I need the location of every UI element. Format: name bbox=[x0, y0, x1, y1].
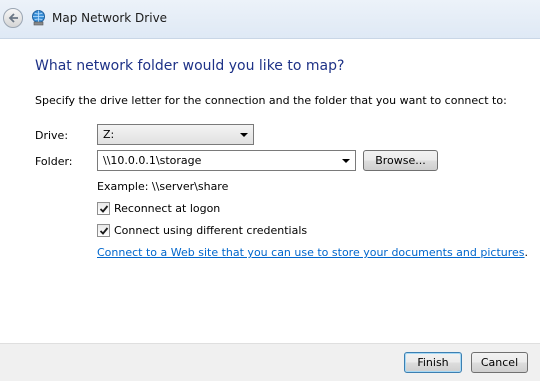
example-text: Example: \\server\share bbox=[97, 180, 229, 193]
credentials-checkbox[interactable] bbox=[97, 224, 110, 237]
page-heading: What network folder would you like to ma… bbox=[35, 58, 345, 74]
dialog-footer: Finish Cancel bbox=[0, 343, 540, 381]
chevron-down-icon bbox=[240, 133, 248, 137]
back-arrow-icon bbox=[8, 13, 18, 23]
checkmark-icon bbox=[99, 227, 109, 235]
folder-combobox[interactable]: \\10.0.0.1\storage bbox=[97, 150, 356, 171]
back-button[interactable] bbox=[3, 8, 23, 28]
folder-input-value: \\10.0.0.1\storage bbox=[103, 154, 202, 167]
reconnect-label[interactable]: Reconnect at logon bbox=[114, 202, 220, 215]
drive-select[interactable]: Z: bbox=[97, 124, 254, 145]
cancel-button[interactable]: Cancel bbox=[471, 352, 528, 373]
drive-label: Drive: bbox=[35, 129, 69, 142]
finish-button[interactable]: Finish bbox=[404, 352, 462, 373]
network-drive-globe-icon bbox=[32, 10, 45, 26]
title-bar: Map Network Drive bbox=[0, 0, 540, 39]
link-suffix: . bbox=[524, 246, 529, 259]
window-title: Map Network Drive bbox=[52, 11, 168, 25]
web-site-link[interactable]: Connect to a Web site that you can use t… bbox=[97, 246, 525, 259]
chevron-down-icon[interactable] bbox=[342, 159, 350, 163]
browse-button[interactable]: Browse... bbox=[363, 150, 438, 171]
web-site-link-line: Connect to a Web site that you can use t… bbox=[97, 246, 528, 259]
instruction-text: Specify the drive letter for the connect… bbox=[35, 94, 507, 107]
folder-label: Folder: bbox=[35, 155, 73, 168]
drive-select-value: Z: bbox=[103, 128, 115, 141]
reconnect-checkbox[interactable] bbox=[97, 202, 110, 215]
checkmark-icon bbox=[99, 205, 109, 213]
credentials-label[interactable]: Connect using different credentials bbox=[114, 224, 307, 237]
